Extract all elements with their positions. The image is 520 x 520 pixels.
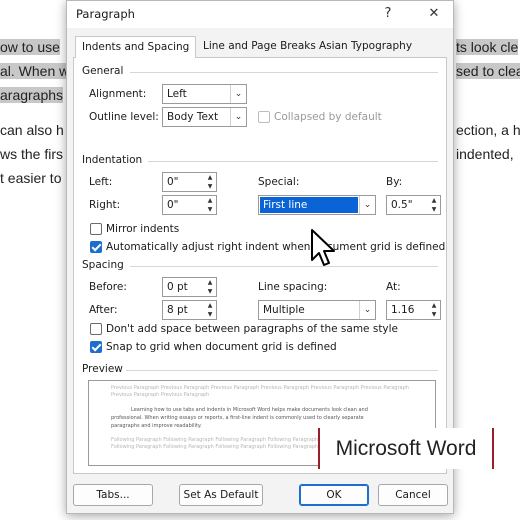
special-label: Special: bbox=[258, 176, 300, 188]
spin-arrows-icon[interactable]: ▲ ▼ bbox=[204, 196, 216, 214]
preview-sample-line: Learning how to use tabs and indents in … bbox=[131, 407, 368, 413]
divider bbox=[148, 161, 438, 162]
preview-prev-paragraph: Previous Paragraph Previous Paragraph Pr… bbox=[111, 385, 409, 391]
preview-sample-line: professional. When writing essays or rep… bbox=[111, 415, 364, 421]
doc-line-right: sed to clea bbox=[456, 63, 520, 79]
preview-prev-paragraph: Previous Paragraph Previous Paragraph bbox=[111, 392, 210, 398]
doc-line-left: ws the firs bbox=[0, 146, 64, 162]
mirror-indents-checkbox[interactable] bbox=[90, 223, 102, 235]
microsoft-word-watermark: Microsoft Word bbox=[318, 428, 494, 469]
at-label: At: bbox=[386, 281, 401, 293]
before-value: 0 pt bbox=[167, 281, 188, 293]
doc-line-right: ts look cle bbox=[456, 39, 519, 55]
doc-line-left: aragraphs bbox=[0, 87, 64, 103]
at-value: 1.16 bbox=[391, 304, 415, 316]
cancel-button[interactable]: Cancel bbox=[378, 484, 448, 506]
alignment-value: Left bbox=[167, 88, 187, 100]
doc-line-left: ow to use bbox=[0, 39, 60, 55]
help-icon[interactable]: ? bbox=[377, 4, 399, 24]
before-label: Before: bbox=[89, 281, 127, 293]
dialog-title: Paragraph bbox=[76, 7, 135, 21]
preview-sample-line: paragraphs and improve readability. bbox=[111, 423, 202, 429]
alignment-select[interactable]: Left ⌄ bbox=[162, 84, 247, 104]
line-spacing-value: Multiple bbox=[263, 304, 305, 316]
divider bbox=[130, 72, 438, 73]
chevron-down-icon: ⌄ bbox=[359, 196, 375, 214]
doc-line-left: al. When w bbox=[0, 63, 70, 79]
general-heading: General bbox=[82, 65, 124, 77]
no-space-label: Don't add space between paragraphs of th… bbox=[106, 323, 399, 335]
outline-level-value: Body Text bbox=[167, 111, 219, 123]
after-label: After: bbox=[89, 304, 118, 316]
left-indent-value: 0" bbox=[167, 176, 179, 188]
no-space-checkbox[interactable] bbox=[90, 323, 102, 335]
after-spinner[interactable]: 8 pt ▲ ▼ bbox=[162, 300, 217, 320]
set-as-default-button[interactable]: Set As Default bbox=[179, 484, 263, 506]
tab-panel: General Alignment: Left ⌄ Outline level:… bbox=[73, 58, 447, 474]
line-spacing-label: Line spacing: bbox=[258, 281, 328, 293]
special-select[interactable]: First line ⌄ bbox=[258, 195, 376, 215]
tab-asian-typography[interactable]: Asian Typography bbox=[313, 36, 418, 58]
snap-to-grid-label: Snap to grid when document grid is defin… bbox=[106, 341, 337, 353]
by-value: 0.5" bbox=[391, 199, 413, 211]
chevron-down-icon: ⌄ bbox=[230, 85, 246, 103]
collapsed-label: Collapsed by default bbox=[274, 111, 382, 123]
close-icon[interactable]: ✕ bbox=[423, 4, 445, 24]
tab-line-and-page-breaks[interactable]: Line and Page Breaks bbox=[197, 36, 322, 58]
outline-level-label: Outline level: bbox=[89, 111, 159, 123]
chevron-down-icon: ⌄ bbox=[230, 108, 246, 126]
left-indent-label: Left: bbox=[89, 176, 113, 188]
outline-level-select[interactable]: Body Text ⌄ bbox=[162, 107, 247, 127]
spacing-heading: Spacing bbox=[82, 259, 124, 271]
tabs-button[interactable]: Tabs... bbox=[73, 484, 153, 506]
divider bbox=[126, 370, 438, 371]
spin-arrows-icon[interactable]: ▲ ▼ bbox=[204, 278, 216, 296]
right-indent-value: 0" bbox=[167, 199, 179, 211]
auto-adjust-checkbox[interactable] bbox=[90, 241, 102, 253]
doc-line-right: indented, bbox=[456, 146, 514, 162]
right-indent-spinner[interactable]: 0" ▲ ▼ bbox=[162, 195, 217, 215]
doc-line-left: t easier to bbox=[0, 170, 62, 186]
right-indent-label: Right: bbox=[89, 199, 121, 211]
auto-adjust-label: Automatically adjust right indent when d… bbox=[106, 241, 446, 253]
before-spinner[interactable]: 0 pt ▲ ▼ bbox=[162, 277, 217, 297]
spin-arrows-icon[interactable]: ▲ ▼ bbox=[428, 301, 440, 319]
chevron-down-icon: ⌄ bbox=[359, 301, 375, 319]
special-value: First line bbox=[260, 197, 358, 213]
mouse-cursor-icon bbox=[311, 229, 335, 266]
by-label: By: bbox=[386, 176, 403, 188]
collapsed-checkbox[interactable] bbox=[258, 111, 270, 123]
snap-to-grid-checkbox[interactable] bbox=[90, 341, 102, 353]
indentation-heading: Indentation bbox=[82, 154, 143, 166]
tab-strip: Indents and Spacing Line and Page Breaks… bbox=[73, 36, 447, 59]
by-spinner[interactable]: 0.5" ▲ ▼ bbox=[386, 195, 441, 215]
ok-button[interactable]: OK bbox=[299, 484, 369, 506]
spin-arrows-icon[interactable]: ▲ ▼ bbox=[204, 301, 216, 319]
after-value: 8 pt bbox=[167, 304, 188, 316]
at-spinner[interactable]: 1.16 ▲ ▼ bbox=[386, 300, 441, 320]
mirror-indents-label: Mirror indents bbox=[106, 223, 180, 235]
doc-line-right: ection, a h bbox=[456, 122, 520, 138]
tab-indents-and-spacing[interactable]: Indents and Spacing bbox=[75, 36, 197, 59]
doc-line-left: can also h bbox=[0, 122, 64, 138]
line-spacing-select[interactable]: Multiple ⌄ bbox=[258, 300, 376, 320]
left-indent-spinner[interactable]: 0" ▲ ▼ bbox=[162, 172, 217, 192]
title-bar[interactable]: Paragraph ? ✕ bbox=[67, 1, 453, 28]
alignment-label: Alignment: bbox=[89, 88, 147, 100]
spin-arrows-icon[interactable]: ▲ ▼ bbox=[204, 173, 216, 191]
spin-arrows-icon[interactable]: ▲ ▼ bbox=[428, 196, 440, 214]
divider bbox=[130, 266, 438, 267]
preview-heading: Preview bbox=[82, 363, 123, 375]
